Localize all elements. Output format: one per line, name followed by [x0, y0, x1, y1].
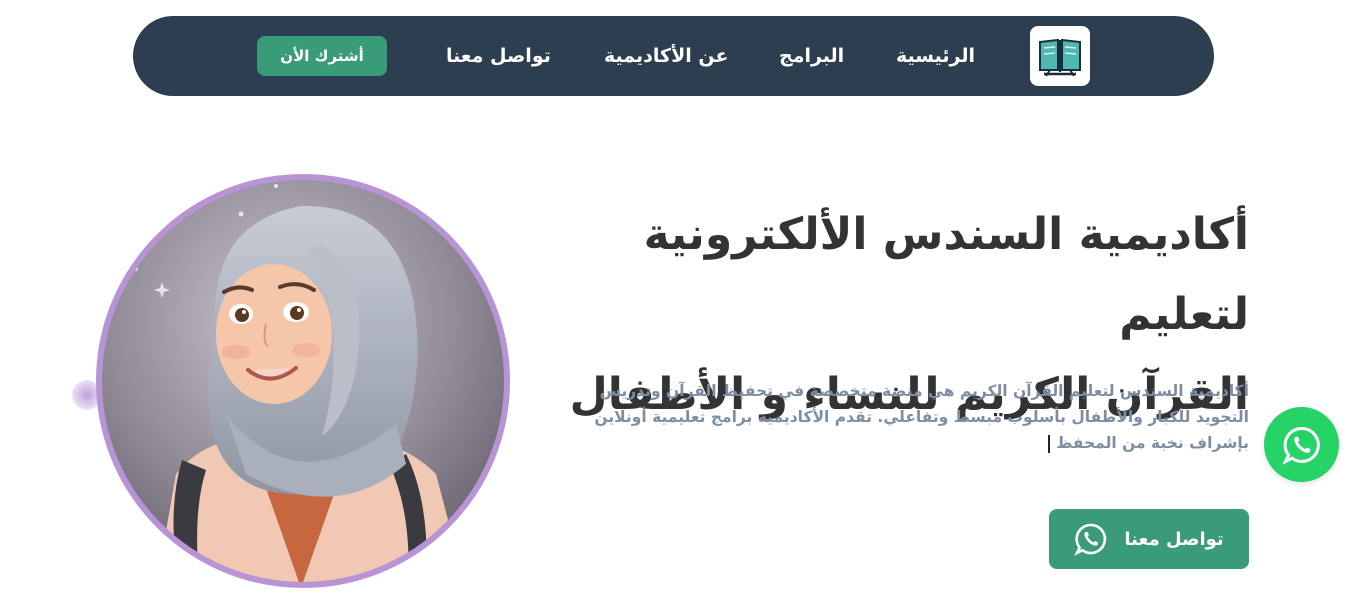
hero-description-line-1: أكاديمية السندس لتعليم القرآن الكريم هي … — [599, 382, 1249, 400]
hero-description-line-2: التجويد للكبار والأطفال بأسلوب مبسط وتفا… — [594, 408, 1249, 426]
nav-link-contact[interactable]: تواصل معنا — [446, 42, 551, 70]
logo[interactable] — [1030, 26, 1090, 86]
hero-portrait — [96, 174, 510, 588]
whatsapp-float-button[interactable] — [1264, 407, 1339, 482]
contact-us-label: تواصل معنا — [1124, 528, 1224, 550]
contact-us-button[interactable]: تواصل معنا — [1049, 509, 1249, 569]
girl-illustration — [96, 174, 510, 588]
text-cursor — [1048, 434, 1051, 453]
subscribe-button[interactable]: أشترك الأن — [257, 36, 387, 76]
hero-description: أكاديمية السندس لتعليم القرآن الكريم هي … — [569, 378, 1249, 456]
open-book-icon — [1039, 38, 1081, 77]
whatsapp-icon — [1281, 426, 1320, 465]
nav-link-about[interactable]: عن الأكاديمية — [604, 42, 728, 70]
nav-link-programs[interactable]: البرامج — [779, 42, 844, 70]
top-navbar: الرئيسية البرامج عن الأكاديمية تواصل معن… — [133, 16, 1214, 96]
hero-title-line-1: أكاديمية السندس الألكترونية لتعليم — [643, 209, 1249, 340]
nav-link-home[interactable]: الرئيسية — [896, 42, 975, 70]
hero-description-line-3: بإشراف نخبة من المحفظ — [1056, 434, 1249, 452]
whatsapp-icon — [1074, 523, 1107, 556]
